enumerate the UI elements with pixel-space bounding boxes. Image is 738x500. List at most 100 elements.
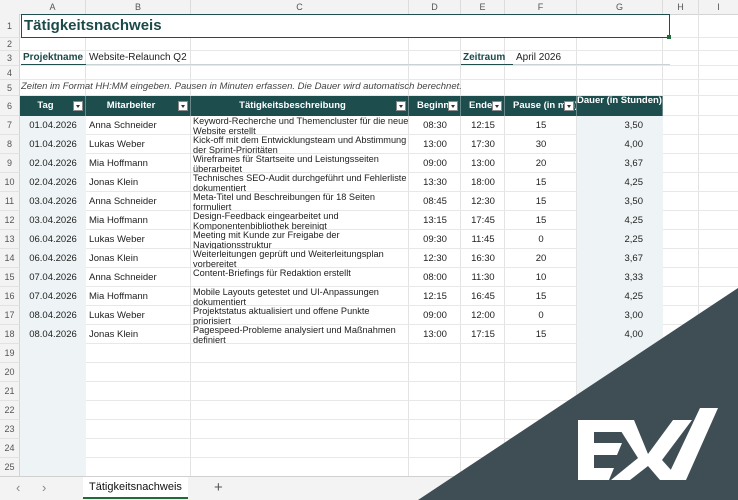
row-header-20[interactable]: 20: [0, 363, 20, 382]
column-header-e[interactable]: E: [461, 0, 505, 14]
table-cell[interactable]: 09:00: [409, 154, 461, 173]
row-header-21[interactable]: 21: [0, 382, 20, 401]
table-cell[interactable]: 15: [505, 116, 577, 135]
column-header-d[interactable]: D: [409, 0, 461, 14]
empty-shaded-cell[interactable]: [20, 382, 86, 401]
table-cell[interactable]: 08.04.2026: [20, 325, 86, 344]
table-cell[interactable]: 30: [505, 135, 577, 154]
table-cell[interactable]: 09:30: [409, 230, 461, 249]
column-header-a[interactable]: A: [20, 0, 86, 14]
row-header-23[interactable]: 23: [0, 420, 20, 439]
row-header-9[interactable]: 9: [0, 154, 20, 173]
table-cell[interactable]: Jonas Klein: [86, 173, 191, 192]
table-cell[interactable]: 02.04.2026: [20, 173, 86, 192]
next-sheet-icon[interactable]: ›: [42, 481, 46, 495]
table-cell[interactable]: Lukas Weber: [86, 135, 191, 154]
column-header-b[interactable]: B: [86, 0, 191, 14]
table-header-0[interactable]: Tag: [20, 96, 86, 116]
column-header-f[interactable]: F: [505, 0, 577, 14]
row-header-12[interactable]: 12: [0, 211, 20, 230]
table-cell[interactable]: 18:00: [461, 173, 505, 192]
table-cell[interactable]: Lukas Weber: [86, 230, 191, 249]
table-cell[interactable]: Weiterleitungen geprüft und Weiterleitun…: [191, 249, 409, 268]
table-cell[interactable]: 08.04.2026: [20, 306, 86, 325]
period-value[interactable]: April 2026: [513, 51, 670, 65]
table-cell[interactable]: Keyword-Recherche und Themencluster für …: [191, 116, 409, 135]
filter-dropdown-icon[interactable]: [396, 101, 406, 111]
table-cell[interactable]: 3,33: [577, 268, 663, 287]
table-cell[interactable]: 01.04.2026: [20, 135, 86, 154]
row-header-11[interactable]: 11: [0, 192, 20, 211]
empty-shaded-cell[interactable]: [20, 363, 86, 382]
table-cell[interactable]: Mia Hoffmann: [86, 211, 191, 230]
table-cell[interactable]: 01.04.2026: [20, 116, 86, 135]
table-header-3[interactable]: Beginn: [409, 96, 461, 116]
table-header-4[interactable]: Ende: [461, 96, 505, 116]
table-cell[interactable]: Mia Hoffmann: [86, 287, 191, 306]
column-header-h[interactable]: H: [663, 0, 699, 14]
row-header-8[interactable]: 8: [0, 135, 20, 154]
table-header-5[interactable]: Pause (in min): [505, 96, 577, 116]
table-cell[interactable]: 12:30: [461, 192, 505, 211]
sheet-tab-taetigkeitsnachweis[interactable]: Tätigkeitsnachweis: [83, 477, 188, 499]
prev-sheet-icon[interactable]: ‹: [16, 481, 20, 495]
column-header-c[interactable]: C: [191, 0, 409, 14]
table-cell[interactable]: 2,25: [577, 230, 663, 249]
table-cell[interactable]: Design-Feedback eingearbeitet und Kompon…: [191, 211, 409, 230]
table-cell[interactable]: 4,25: [577, 211, 663, 230]
row-header-13[interactable]: 13: [0, 230, 20, 249]
column-header-g[interactable]: G: [577, 0, 663, 14]
empty-shaded-cell[interactable]: [20, 420, 86, 439]
table-cell[interactable]: Anna Schneider: [86, 192, 191, 211]
selection-handle[interactable]: [667, 35, 671, 39]
filter-dropdown-icon[interactable]: [178, 101, 188, 111]
table-cell[interactable]: 10: [505, 268, 577, 287]
table-cell[interactable]: 08:00: [409, 268, 461, 287]
table-cell[interactable]: Meeting mit Kunde zur Freigabe der Navig…: [191, 230, 409, 249]
row-header-14[interactable]: 14: [0, 249, 20, 268]
table-cell[interactable]: 4,25: [577, 173, 663, 192]
table-cell[interactable]: Pagespeed-Probleme analysiert und Maßnah…: [191, 325, 409, 344]
table-cell[interactable]: Kick-off mit dem Entwicklungsteam und Ab…: [191, 135, 409, 154]
table-cell[interactable]: 12:15: [461, 116, 505, 135]
filter-dropdown-icon[interactable]: [73, 101, 83, 111]
table-cell[interactable]: 13:00: [409, 135, 461, 154]
table-cell[interactable]: Anna Schneider: [86, 268, 191, 287]
table-cell[interactable]: 13:00: [461, 154, 505, 173]
project-value[interactable]: Website-Relaunch Q2: [86, 51, 461, 65]
table-header-6[interactable]: Dauer (in Stunden): [577, 96, 663, 116]
table-cell[interactable]: Mobile Layouts getestet und UI-Anpassung…: [191, 287, 409, 306]
table-cell[interactable]: 06.04.2026: [20, 230, 86, 249]
table-cell[interactable]: 08:45: [409, 192, 461, 211]
table-cell[interactable]: 16:30: [461, 249, 505, 268]
filter-dropdown-icon[interactable]: [492, 101, 502, 111]
table-cell[interactable]: 03.04.2026: [20, 192, 86, 211]
table-cell[interactable]: 08:30: [409, 116, 461, 135]
table-cell[interactable]: Lukas Weber: [86, 306, 191, 325]
filter-dropdown-icon[interactable]: [564, 101, 574, 111]
table-cell[interactable]: 12:30: [409, 249, 461, 268]
table-cell[interactable]: 3,50: [577, 192, 663, 211]
table-cell[interactable]: 15: [505, 173, 577, 192]
table-cell[interactable]: Wireframes für Startseite und Leistungss…: [191, 154, 409, 173]
sheet-title[interactable]: Tätigkeitsnachweis: [21, 14, 670, 38]
table-cell[interactable]: Content-Briefings für Redaktion erstellt: [191, 268, 409, 287]
table-cell[interactable]: 20: [505, 154, 577, 173]
row-header-19[interactable]: 19: [0, 344, 20, 363]
row-header-22[interactable]: 22: [0, 401, 20, 420]
row-header-7[interactable]: 7: [0, 116, 20, 135]
table-cell[interactable]: Meta-Titel und Beschreibungen für 18 Sei…: [191, 192, 409, 211]
table-cell[interactable]: 11:30: [461, 268, 505, 287]
table-cell[interactable]: 07.04.2026: [20, 287, 86, 306]
row-header-6[interactable]: 6: [0, 96, 20, 116]
filter-dropdown-icon[interactable]: [448, 101, 458, 111]
row-header-17[interactable]: 17: [0, 306, 20, 325]
table-cell[interactable]: 13:30: [409, 173, 461, 192]
table-cell[interactable]: Jonas Klein: [86, 325, 191, 344]
column-header-i[interactable]: I: [699, 0, 738, 14]
table-cell[interactable]: Jonas Klein: [86, 249, 191, 268]
table-cell[interactable]: 06.04.2026: [20, 249, 86, 268]
table-cell[interactable]: 15: [505, 211, 577, 230]
row-header-1[interactable]: 1: [0, 14, 20, 38]
table-cell[interactable]: 15: [505, 192, 577, 211]
